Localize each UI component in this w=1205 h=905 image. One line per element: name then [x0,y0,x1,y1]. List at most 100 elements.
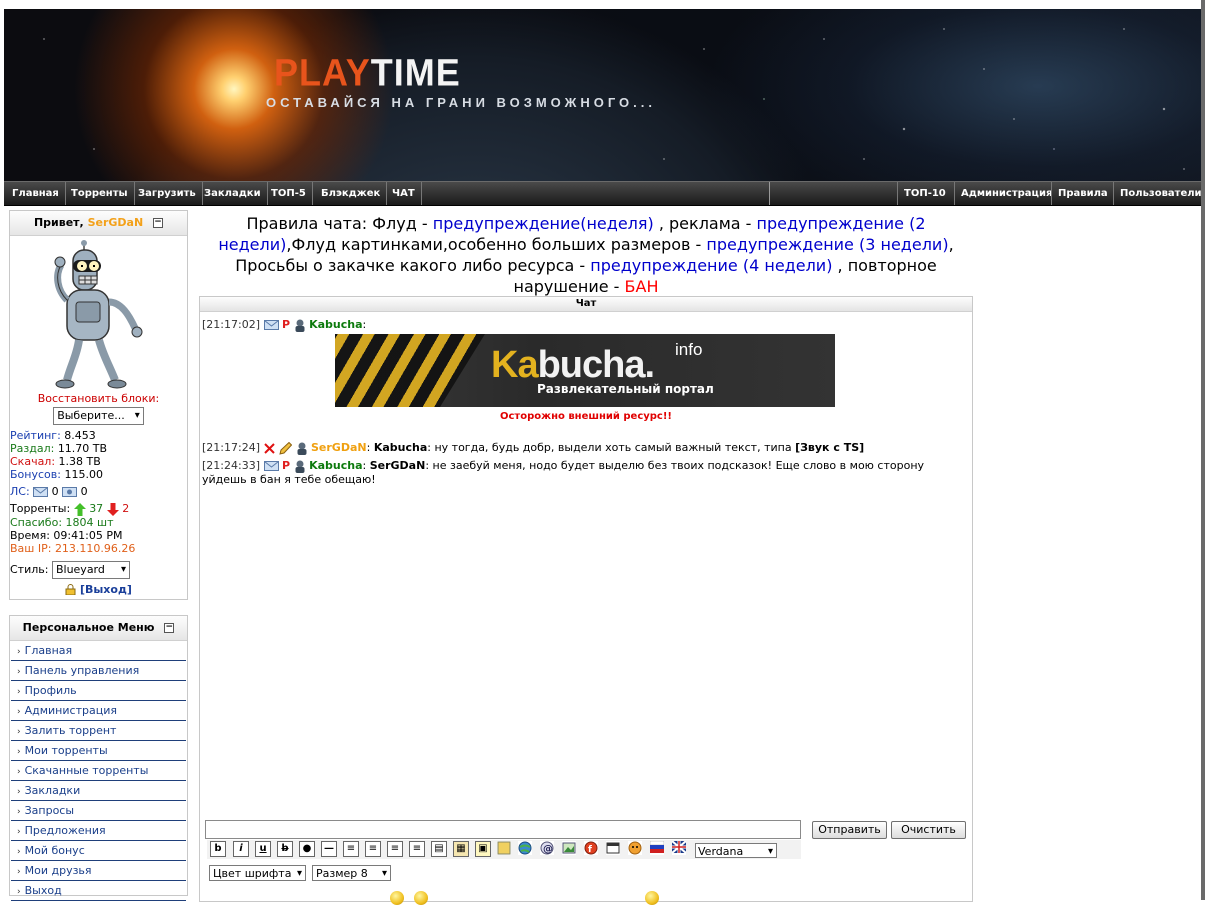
align-center-button[interactable]: ≡ [365,841,381,857]
smiley-icon[interactable] [390,891,404,905]
menu-item-profile[interactable]: › Профиль [11,681,186,701]
hr-button[interactable]: — [321,841,337,857]
collapse-icon[interactable]: − [153,218,164,228]
chat-nick[interactable]: Kabucha [309,459,362,472]
user-figure-icon [297,442,306,455]
code-button[interactable]: ▣ [475,841,491,857]
video-icon[interactable] [606,841,620,855]
svg-text:@: @ [543,844,553,855]
table-button[interactable]: ▤ [431,841,447,857]
chevron-right-icon: › [17,747,21,757]
user-box: Привет, SerGDaN − Восстановить блоки: Вы… [9,210,188,600]
nav-torrents[interactable]: Торренты [65,182,135,205]
nav-divider [769,182,770,205]
pm-envelope-icon[interactable] [263,461,279,471]
nav-top10[interactable]: ТОП-10 [897,182,952,205]
restore-blocks-select[interactable]: Выберите... [53,407,144,425]
clear-button[interactable]: Очистить [891,821,966,839]
russian-flag-icon[interactable] [649,840,665,855]
uk-flag-icon[interactable] [671,840,687,855]
smiley-icon[interactable] [645,891,659,905]
style-select[interactable]: Blueyard [51,560,130,579]
menu-item-control-panel[interactable]: › Панель управления [11,661,186,681]
robot-avatar-icon [48,240,149,390]
thanks-row: Спасибо: 1804 шт [10,515,114,529]
menu-item-requests[interactable]: › Запросы [11,801,186,821]
nav-administration[interactable]: Администрация [954,182,1058,205]
spoiler-icon[interactable] [497,841,511,855]
outbox-envelope-icon[interactable] [62,487,78,497]
inbox-envelope-icon[interactable] [33,487,49,497]
nav-home[interactable]: Главная [6,182,66,205]
logout-link[interactable]: [Выход] [80,583,132,596]
chat-addressee[interactable]: Kabucha [374,441,427,454]
rating-row: Рейтинг: 8.453 [10,429,96,442]
chevron-right-icon: › [17,887,21,897]
menu-item-bookmarks[interactable]: › Закладки [11,781,186,801]
collapse-icon[interactable]: − [164,623,175,633]
list-bullet-button[interactable]: ● [299,841,315,857]
underline-button[interactable]: u [255,841,271,857]
chat-message: [21:24:33] P Kabucha: SerGDaN: не заебуй… [202,459,925,486]
nav-bookmarks[interactable]: Закладки [198,182,268,205]
chat-nick[interactable]: Kabucha [309,318,362,331]
edit-pencil-icon[interactable] [278,441,292,455]
window-edge [1201,0,1205,900]
nav-rules[interactable]: Правила [1051,182,1114,205]
nav-users[interactable]: Пользователи [1113,182,1205,205]
italic-button[interactable]: i [233,841,249,857]
nav-upload[interactable]: Загрузить [132,182,203,205]
globe-link-icon[interactable] [518,841,532,855]
main-navbar: Главная Торренты Загрузить Закладки ТОП-… [4,181,1202,206]
nav-blackjack[interactable]: Блэкджек [315,182,388,205]
nav-chat[interactable]: ЧАТ [386,182,422,205]
nav-top5[interactable]: ТОП-5 [265,182,313,205]
menu-item-my-torrents[interactable]: › Мои торренты [11,741,186,761]
menu-item-upload-torrent[interactable]: › Залить торрент [11,721,186,741]
smiley-icon[interactable] [414,891,428,905]
chevron-right-icon: › [17,807,21,817]
private-message-marker[interactable]: P [282,318,290,331]
justify-button[interactable]: ≡ [409,841,425,857]
menu-item-home[interactable]: › Главная [11,641,186,661]
send-button[interactable]: Отправить [812,821,887,839]
top-strip [0,0,1205,9]
smiley-face-icon[interactable] [628,841,642,855]
menu-item-my-bonus[interactable]: › Мой бонус [11,841,186,861]
chevron-right-icon: › [17,647,21,657]
email-at-icon[interactable]: @ [540,841,554,855]
chevron-right-icon: › [17,727,21,737]
quote-button[interactable]: ▦ [453,841,469,857]
logout-row: [Выход] [10,583,187,596]
private-message-marker[interactable]: P [282,459,290,472]
menu-item-downloaded-torrents[interactable]: › Скачанные торренты [11,761,186,781]
font-family-select[interactable]: Verdana [695,843,777,859]
kabucha-banner-image[interactable]: Kabucha. info Развлекательный портал [335,334,835,407]
align-right-button[interactable]: ≡ [387,841,403,857]
menu-item-logout[interactable]: › Выход [11,881,186,901]
chevron-right-icon: › [17,687,21,697]
bold-button[interactable]: b [210,841,226,857]
font-size-select[interactable]: Размер 8 [312,865,391,882]
flash-icon[interactable]: f [584,841,598,855]
personal-menu-header: Персональное Меню − [10,616,187,641]
site-logo[interactable]: PLAYTIME [274,51,461,95]
chat-addressee[interactable]: SerGDaN [370,459,426,472]
pm-envelope-icon[interactable] [263,320,279,330]
pm-row: ЛС: 0 0 [10,485,88,498]
align-left-button[interactable]: ≡ [343,841,359,857]
image-icon[interactable] [562,841,576,855]
strike-button[interactable]: b [277,841,293,857]
header-username[interactable]: SerGDaN [88,216,144,229]
menu-item-my-friends[interactable]: › Мои друзья [11,861,186,881]
chevron-right-icon: › [17,847,21,857]
font-color-select[interactable]: Цвет шрифта [209,865,306,882]
chat-message-input[interactable] [205,820,801,839]
site-banner: PLAYTIME ОСТАВАЙСЯ НА ГРАНИ ВОЗМОЖНОГО..… [4,9,1202,181]
chat-title: Чат [200,297,972,312]
menu-item-administration[interactable]: › Администрация [11,701,186,721]
chat-nick[interactable]: SerGDaN [311,441,367,454]
menu-item-offers[interactable]: › Предложения [11,821,186,841]
leeching-arrow-down-icon [106,502,119,516]
delete-x-icon[interactable] [263,442,275,454]
